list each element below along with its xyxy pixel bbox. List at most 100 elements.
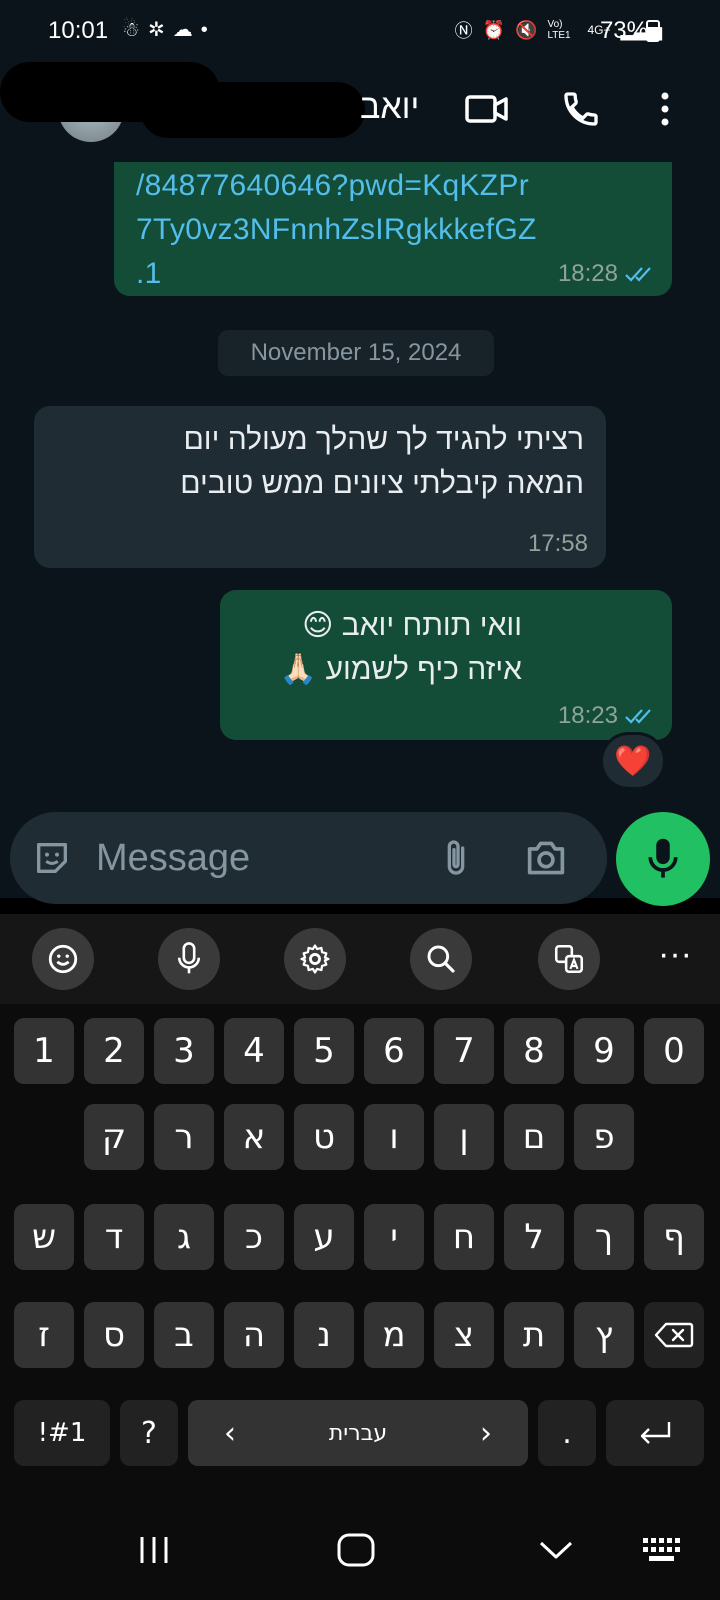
message-meta: 18:23: [558, 702, 654, 730]
reaction-badge[interactable]: ❤️: [600, 732, 666, 790]
keyboard-hide-button[interactable]: [632, 1520, 692, 1580]
key-letter[interactable]: ן: [434, 1104, 494, 1170]
key-letter[interactable]: ץ: [574, 1302, 634, 1368]
camera-icon: [527, 841, 565, 875]
key-letter[interactable]: א: [224, 1104, 284, 1170]
link-line: .1: [136, 257, 162, 290]
key-letter[interactable]: נ: [294, 1302, 354, 1368]
emoji-icon: [48, 944, 78, 974]
key-letter[interactable]: ך: [574, 1204, 634, 1270]
sticker-button[interactable]: [28, 834, 76, 882]
contact-name[interactable]: יואב: [360, 88, 419, 127]
home-button[interactable]: [326, 1520, 386, 1580]
voice-call-button[interactable]: [556, 84, 606, 134]
space-language-label: עברית: [328, 1420, 388, 1446]
key-letter[interactable]: צ: [434, 1302, 494, 1368]
symbols-key[interactable]: !#1: [14, 1400, 110, 1466]
key-letter[interactable]: ם: [504, 1104, 564, 1170]
key-letter[interactable]: ף: [644, 1204, 704, 1270]
voice-input-button[interactable]: [158, 928, 220, 990]
back-button[interactable]: [526, 1520, 586, 1580]
key-letter[interactable]: ע: [294, 1204, 354, 1270]
link-line: 7Ty0vz3NFnnhZsIRgkkkefGZ: [136, 213, 537, 246]
message-bubble-outgoing[interactable]: וואי תותח יואב 😊 איזה כיף לשמוע 🙏🏻 18:23: [220, 590, 672, 740]
key-letter[interactable]: ת: [504, 1302, 564, 1368]
key-letter[interactable]: ה: [224, 1302, 284, 1368]
key-letter[interactable]: ל: [504, 1204, 564, 1270]
key-7[interactable]: 7: [434, 1018, 494, 1084]
phone-icon: [564, 92, 598, 126]
key-letter[interactable]: ח: [434, 1204, 494, 1270]
key-letter[interactable]: ק: [84, 1104, 144, 1170]
search-icon: [427, 945, 455, 973]
more-horizontal-icon[interactable]: ···: [650, 934, 700, 984]
more-options-button[interactable]: [640, 84, 690, 134]
key-letter[interactable]: ס: [84, 1302, 144, 1368]
redaction-block: [140, 82, 365, 138]
chat-header: יואב: [0, 62, 720, 162]
backspace-key[interactable]: [644, 1302, 704, 1368]
translate-button[interactable]: [538, 928, 600, 990]
heart-reaction: ❤️: [614, 744, 652, 778]
key-2[interactable]: 2: [84, 1018, 144, 1084]
question-key[interactable]: ?: [120, 1400, 178, 1466]
enter-icon: [640, 1422, 671, 1444]
key-letter[interactable]: ו: [364, 1104, 424, 1170]
chevron-down-icon: [539, 1541, 573, 1559]
settings-icon: ✲: [147, 19, 165, 41]
translate-icon: [554, 944, 584, 974]
key-letter[interactable]: ג: [154, 1204, 214, 1270]
keyboard: 1 2 3 4 5 6 7 8 9 0 ק ר א ט ו ן ם פ ש ד …: [0, 1004, 720, 1496]
video-camera-icon: [465, 95, 508, 123]
key-letter[interactable]: ז: [14, 1302, 74, 1368]
message-time: 18:23: [557, 702, 618, 729]
camera-button[interactable]: [522, 834, 570, 882]
enter-key[interactable]: [606, 1400, 704, 1466]
message-link[interactable]: /84877640646?pwd=KqKZPr 7Ty0vz3NFnnhZsIR…: [136, 164, 537, 296]
key-letter[interactable]: ש: [14, 1204, 74, 1270]
space-bar[interactable]: ‹ עברית ›: [188, 1400, 528, 1466]
voice-record-button[interactable]: [616, 812, 710, 906]
message-text: רציתי להגיד לך שהלך מעולה יום המאה קיבלת…: [44, 418, 584, 506]
key-letter[interactable]: כ: [224, 1204, 284, 1270]
microphone-icon: [177, 942, 201, 974]
message-line: וואי תותח יואב 😊: [302, 609, 522, 642]
key-9[interactable]: 9: [574, 1018, 634, 1084]
period-key[interactable]: .: [538, 1400, 596, 1466]
key-3[interactable]: 3: [154, 1018, 214, 1084]
emoji-button[interactable]: [32, 928, 94, 990]
chat-area[interactable]: /84877640646?pwd=KqKZPr 7Ty0vz3NFnnhZsIR…: [0, 162, 720, 898]
key-4[interactable]: 4: [224, 1018, 284, 1084]
keyboard-icon: [643, 1538, 680, 1561]
message-line: המאה קיבלתי ציונים ממש טובים: [180, 467, 584, 500]
battery-percent: 73%: [599, 17, 648, 44]
microphone-icon: [648, 838, 678, 878]
key-letter[interactable]: מ: [364, 1302, 424, 1368]
key-8[interactable]: 8: [504, 1018, 564, 1084]
message-bubble-incoming[interactable]: רציתי להגיד לך שהלך מעולה יום המאה קיבלת…: [34, 406, 606, 568]
search-button[interactable]: [410, 928, 472, 990]
status-bar: 10:01 ☃ ✲ ☁ • Ⓝ ⏰ 🔇 Vo) LTE1 4G+ ▂▃▅ 73%: [0, 0, 720, 62]
key-1[interactable]: 1: [14, 1018, 74, 1084]
attach-button[interactable]: [432, 834, 480, 882]
message-line: איזה כיף לשמוע 🙏🏻: [279, 653, 522, 686]
keyboard-settings-button[interactable]: [284, 928, 346, 990]
space-left-arrow: ‹: [224, 1415, 236, 1451]
key-letter[interactable]: ר: [154, 1104, 214, 1170]
link-line: /84877640646?pwd=KqKZPr: [136, 169, 530, 202]
video-call-button[interactable]: [462, 84, 512, 134]
message-input[interactable]: [96, 834, 426, 882]
key-5[interactable]: 5: [294, 1018, 354, 1084]
double-check-icon: [625, 709, 651, 724]
key-0[interactable]: 0: [644, 1018, 704, 1084]
key-6[interactable]: 6: [364, 1018, 424, 1084]
message-bubble-outgoing[interactable]: /84877640646?pwd=KqKZPr 7Ty0vz3NFnnhZsIR…: [114, 162, 672, 296]
keyboard-toolbar: ···: [0, 914, 720, 1004]
key-letter[interactable]: ד: [84, 1204, 144, 1270]
key-letter[interactable]: פ: [574, 1104, 634, 1170]
key-letter[interactable]: ט: [294, 1104, 354, 1170]
recent-apps-button[interactable]: [124, 1520, 184, 1580]
key-letter[interactable]: ב: [154, 1302, 214, 1368]
home-icon: [337, 1533, 375, 1567]
key-letter[interactable]: י: [364, 1204, 424, 1270]
